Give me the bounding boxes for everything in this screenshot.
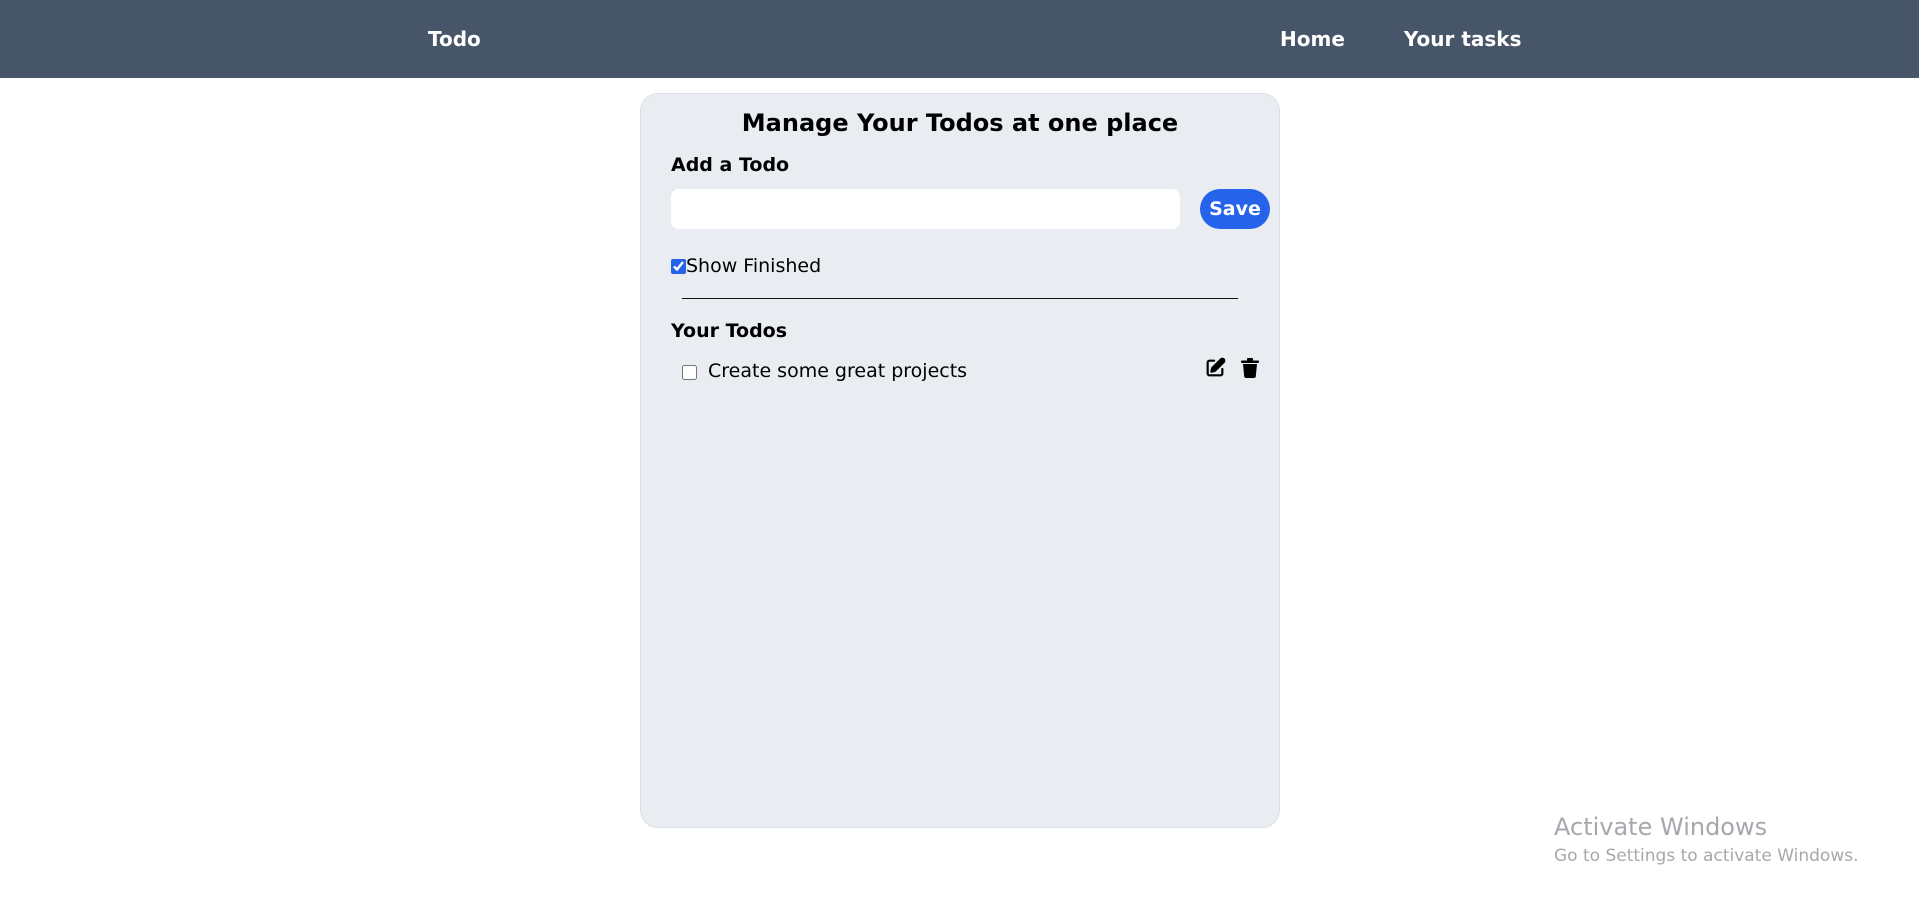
- nav-link-home[interactable]: Home: [1280, 26, 1345, 52]
- nav-link-your-tasks[interactable]: Your tasks: [1404, 26, 1522, 52]
- watermark-subtitle: Go to Settings to activate Windows.: [1554, 846, 1859, 866]
- nav-links: Home Your tasks: [1280, 26, 1522, 52]
- show-finished-label: Show Finished: [686, 255, 822, 277]
- page-title: Manage Your Todos at one place: [741, 109, 1179, 137]
- todo-card: Manage Your Todos at one place Add a Tod…: [640, 93, 1280, 828]
- navbar: Todo Home Your tasks: [0, 0, 1919, 78]
- add-todo-heading: Add a Todo: [671, 154, 790, 176]
- show-finished-toggle[interactable]: Show Finished: [671, 254, 821, 278]
- todo-input[interactable]: [671, 189, 1180, 229]
- windows-activation-watermark: Activate Windows Go to Settings to activ…: [1554, 812, 1859, 868]
- your-todos-heading: Your Todos: [671, 320, 788, 342]
- divider: [682, 298, 1238, 299]
- show-finished-checkbox[interactable]: [671, 258, 686, 274]
- watermark-title: Activate Windows: [1554, 813, 1768, 841]
- trash-icon[interactable]: [1238, 356, 1262, 380]
- brand-logo[interactable]: Todo: [428, 26, 481, 52]
- edit-icon[interactable]: [1203, 356, 1227, 380]
- save-button[interactable]: Save: [1200, 189, 1270, 229]
- todo-item-checkbox[interactable]: [682, 365, 697, 380]
- todo-item-text: Create some great projects: [708, 360, 968, 382]
- todo-item: Create some great projects: [682, 356, 1259, 386]
